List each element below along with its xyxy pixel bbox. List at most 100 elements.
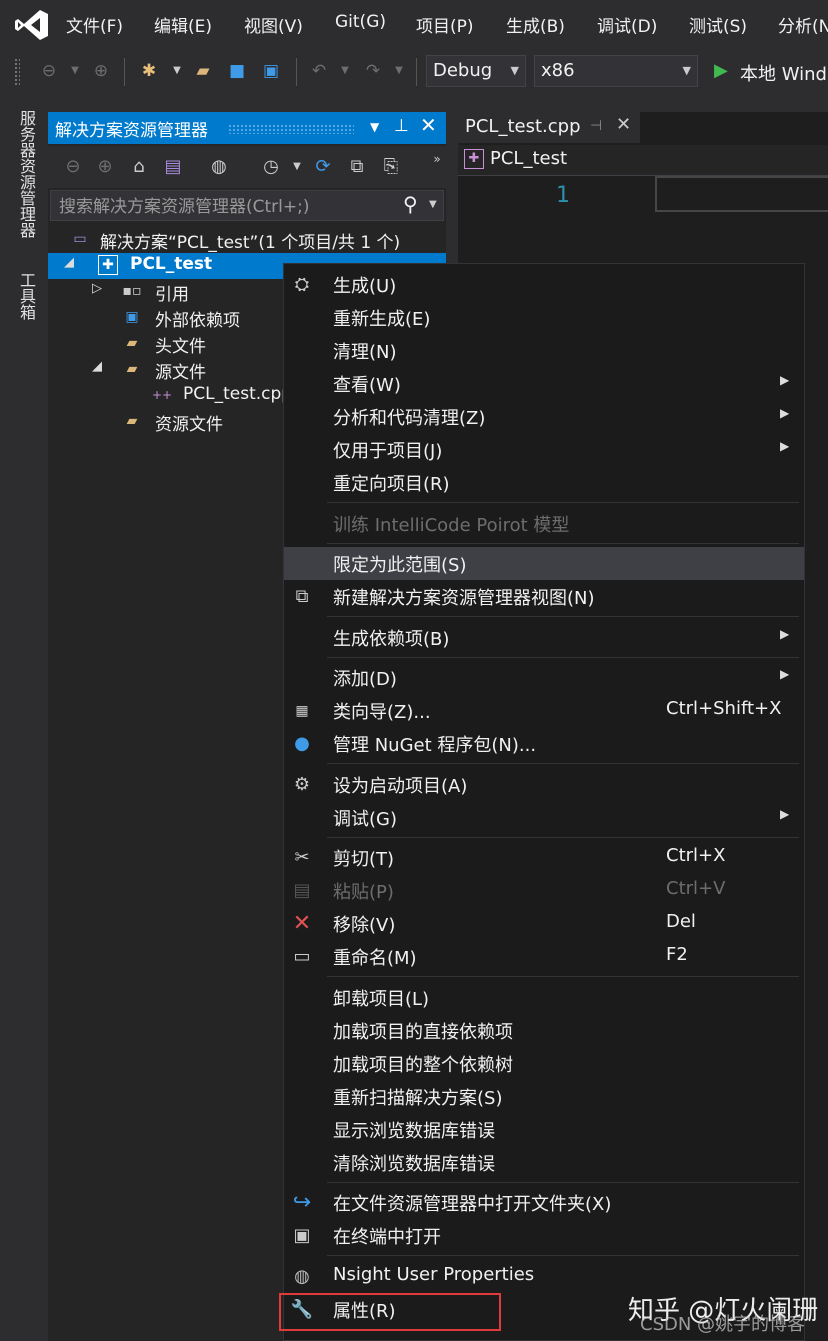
menu-set-startup-item[interactable]: ⚙ 设为启动项目(A): [284, 768, 804, 801]
menu-nuget-item[interactable]: ● 管理 NuGet 程序包(N)...: [284, 727, 804, 760]
menu-build-item[interactable]: ⛭ 生成(U): [284, 268, 804, 301]
solution-config-select[interactable]: Debug ▼: [426, 55, 526, 87]
toolbar-grip[interactable]: [14, 58, 20, 86]
menu-debug[interactable]: 调试(D): [597, 12, 657, 37]
globe-icon[interactable]: ◍: [206, 154, 232, 180]
menu-build-deps-item[interactable]: 生成依赖项(B) ▶: [284, 621, 804, 654]
forward-icon[interactable]: ⊕: [92, 154, 118, 180]
menu-rename-item[interactable]: ▭ 重命名(M) F2: [284, 940, 804, 973]
expanded-arrow-icon[interactable]: ◢: [92, 359, 102, 374]
solution-explorer-search[interactable]: ⚲ ▼: [50, 190, 444, 221]
menu-add-item[interactable]: 添加(D) ▶: [284, 661, 804, 694]
menu-paste-item[interactable]: ▤ 粘贴(P) Ctrl+V: [284, 874, 804, 907]
menu-item-label: 限定为此范围(S): [333, 551, 466, 577]
undo-icon[interactable]: ↶: [308, 60, 330, 82]
new-item-dropdown-icon[interactable]: ▼: [166, 60, 188, 82]
tree-source-file-node[interactable]: ++ PCL_test.cpp: [48, 383, 284, 409]
forward-icon[interactable]: ⊕: [90, 60, 112, 82]
search-icon[interactable]: ⚲: [403, 192, 418, 216]
menu-item-label: 训练 IntelliCode Poirot 模型: [333, 511, 569, 537]
menu-show-browse-errors-item[interactable]: 显示浏览数据库错误: [284, 1113, 804, 1146]
redo-icon[interactable]: ↷: [362, 60, 384, 82]
menu-item-label: 生成(U): [333, 272, 396, 298]
server-explorer-tab[interactable]: 服务器资源管理器: [12, 110, 38, 238]
menu-scope-to-this-item[interactable]: 限定为此范围(S): [284, 547, 804, 580]
menu-nsight-item[interactable]: ◍ Nsight User Properties: [284, 1260, 804, 1293]
show-all-files-icon[interactable]: ⎘: [378, 154, 404, 180]
menu-edit[interactable]: 编辑(E): [154, 12, 212, 37]
back-icon[interactable]: ⊖: [38, 60, 60, 82]
toolbar-overflow-icon[interactable]: »: [424, 146, 450, 172]
menu-view-item[interactable]: 查看(W) ▶: [284, 367, 804, 400]
pending-changes-dropdown-icon[interactable]: ▼: [284, 154, 310, 180]
toolbox-tab[interactable]: 工具箱: [12, 272, 38, 320]
menu-intellicode-item[interactable]: 训练 IntelliCode Poirot 模型: [284, 507, 804, 540]
pin-icon[interactable]: ⊥: [394, 116, 409, 136]
menu-new-se-view-item[interactable]: ⧉ 新建解决方案资源管理器视图(N): [284, 580, 804, 613]
pending-changes-icon[interactable]: ◷: [258, 154, 284, 180]
submenu-arrow-icon: ▶: [780, 439, 789, 453]
menu-open-in-explorer-item[interactable]: ↪ 在文件资源管理器中打开文件夹(X): [284, 1186, 804, 1219]
platform-select[interactable]: x86 ▼: [534, 55, 698, 87]
close-icon[interactable]: ✕: [420, 113, 437, 137]
save-all-icon[interactable]: ▣: [260, 60, 282, 82]
search-options-dropdown-icon[interactable]: ▼: [429, 199, 437, 210]
menu-clear-browse-errors-item[interactable]: 清除浏览数据库错误: [284, 1146, 804, 1179]
menu-project-only-item[interactable]: 仅用于项目(J) ▶: [284, 433, 804, 466]
menu-analyze-item[interactable]: 分析和代码清理(Z) ▶: [284, 400, 804, 433]
tree-solution-node[interactable]: ▭ 解决方案“PCL_test”(1 个项目/共 1 个): [48, 227, 446, 253]
menu-item-label: 生成依赖项(B): [333, 625, 449, 651]
menu-debug-item[interactable]: 调试(G) ▶: [284, 801, 804, 834]
toolbar-separator: [296, 58, 297, 86]
menu-unload-item[interactable]: 卸载项目(L): [284, 981, 804, 1014]
search-input[interactable]: [57, 193, 391, 220]
menu-test[interactable]: 测试(S): [689, 12, 747, 37]
collapsed-arrow-icon[interactable]: ▷: [92, 281, 102, 296]
menu-class-wizard-item[interactable]: ▦ 类向导(Z)... Ctrl+Shift+X: [284, 694, 804, 727]
home-icon[interactable]: ⌂: [126, 154, 152, 180]
menu-rebuild-item[interactable]: 重新生成(E): [284, 301, 804, 334]
start-debugging-button[interactable]: 本地 Windows 调试器: [740, 60, 828, 86]
window-position-dropdown-icon[interactable]: ▼: [370, 120, 379, 134]
back-icon[interactable]: ⊖: [60, 154, 86, 180]
menu-rescan-item[interactable]: 重新扫描解决方案(S): [284, 1080, 804, 1113]
menu-git[interactable]: Git(G): [335, 12, 386, 32]
open-folder-icon[interactable]: ▰: [192, 60, 214, 82]
menu-cut-item[interactable]: ✂ 剪切(T) Ctrl+X: [284, 841, 804, 874]
back-dropdown-icon[interactable]: ▼: [64, 60, 86, 82]
menu-item-label: 新建解决方案资源管理器视图(N): [333, 584, 595, 610]
menu-separator: [327, 763, 799, 764]
filter-folder-icon: ▰: [122, 411, 142, 431]
expanded-arrow-icon[interactable]: ◢: [64, 255, 74, 270]
menu-load-dep-tree-item[interactable]: 加载项目的整个依赖树: [284, 1047, 804, 1080]
menu-build[interactable]: 生成(B): [506, 12, 565, 37]
redo-dropdown-icon[interactable]: ▼: [388, 60, 410, 82]
menu-retarget-item[interactable]: 重定向项目(R): [284, 466, 804, 499]
new-item-icon[interactable]: ✱: [138, 60, 160, 82]
switch-views-icon[interactable]: ▤: [160, 154, 186, 180]
tab-pin-icon[interactable]: ⊣: [590, 118, 602, 134]
menu-project[interactable]: 项目(P): [416, 12, 474, 37]
editor-tab-label: PCL_test.cpp: [465, 116, 581, 137]
play-icon[interactable]: ▶: [714, 60, 728, 81]
menu-clean-item[interactable]: 清理(N): [284, 334, 804, 367]
menu-remove-item[interactable]: ✕ 移除(V) Del: [284, 907, 804, 940]
menu-item-label: 加载项目的整个依赖树: [333, 1051, 513, 1077]
menu-analyze[interactable]: 分析(N): [778, 12, 828, 37]
solution-explorer-title: 解决方案资源管理器: [55, 116, 208, 141]
code-line-box[interactable]: [655, 176, 828, 212]
submenu-arrow-icon: ▶: [780, 406, 789, 420]
menu-view[interactable]: 视图(V): [244, 12, 303, 37]
save-icon[interactable]: ■: [226, 60, 248, 82]
undo-dropdown-icon[interactable]: ▼: [334, 60, 356, 82]
menu-item-label: 重新生成(E): [333, 305, 430, 331]
menu-load-direct-deps-item[interactable]: 加载项目的直接依赖项: [284, 1014, 804, 1047]
menu-item-label: 移除(V): [333, 911, 395, 937]
menu-separator: [327, 837, 799, 838]
menu-open-in-terminal-item[interactable]: ▣ 在终端中打开: [284, 1219, 804, 1252]
sync-icon[interactable]: ⟳: [310, 154, 336, 180]
menu-file[interactable]: 文件(F): [66, 12, 123, 37]
tab-close-icon[interactable]: ✕: [616, 114, 631, 135]
source-file-label: PCL_test.cpp: [183, 384, 284, 404]
collapse-all-icon[interactable]: ⧉: [344, 154, 370, 180]
